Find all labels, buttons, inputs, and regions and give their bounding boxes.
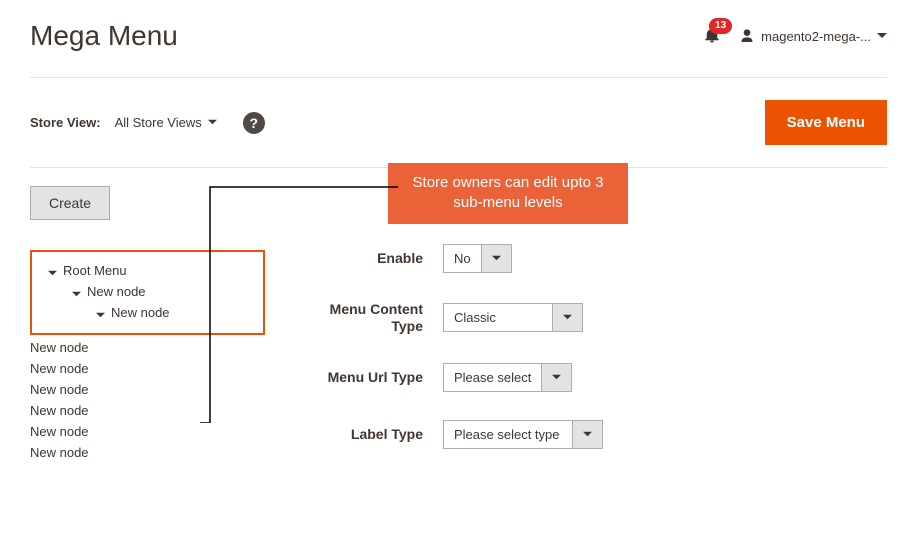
chevron-down-icon [208, 118, 217, 127]
tree-node[interactable]: New node [30, 379, 265, 400]
chevron-down-icon [877, 29, 887, 44]
store-view-label: Store View: [30, 115, 101, 130]
header-actions: 13 magento2-mega-... [703, 26, 887, 47]
notifications-count: 13 [709, 18, 732, 34]
menu-form: Enable No Menu Content Type Classic Menu… [275, 186, 887, 477]
sidebar: Create Root Menu New node New node [30, 186, 275, 477]
enable-select[interactable]: No [443, 244, 512, 273]
user-name: magento2-mega-... [761, 29, 871, 44]
tree-node-label: New node [30, 424, 89, 439]
content-type-row: Menu Content Type Classic [295, 301, 887, 335]
store-view-switcher: Store View: All Store Views ? [30, 112, 265, 134]
content-type-value: Classic [444, 304, 552, 331]
chevron-down-icon [572, 421, 602, 448]
toolbar: Store View: All Store Views ? Save Menu [30, 78, 887, 168]
label-type-select[interactable]: Please select type [443, 420, 603, 449]
store-view-value: All Store Views [115, 115, 202, 130]
save-menu-button[interactable]: Save Menu [765, 100, 887, 145]
tree-node-label: New node [111, 305, 170, 320]
tree-node[interactable]: New node [30, 358, 265, 379]
tree-node[interactable]: New node [30, 442, 265, 463]
create-button[interactable]: Create [30, 186, 110, 220]
content-type-select[interactable]: Classic [443, 303, 583, 332]
tree-level3-node[interactable]: New node [38, 302, 257, 323]
content-area: Store owners can edit upto 3 sub-menu le… [30, 168, 887, 477]
menu-tree-highlighted: Root Menu New node New node [30, 250, 265, 335]
url-type-label: Menu Url Type [295, 369, 443, 386]
menu-tree: Root Menu New node New node New node New… [30, 250, 265, 463]
tree-node[interactable]: New node [30, 337, 265, 358]
tree-node-label: Root Menu [63, 263, 127, 278]
tree-node-label: New node [30, 361, 89, 376]
tree-node[interactable]: New node [30, 400, 265, 421]
user-icon [739, 28, 755, 44]
store-view-select[interactable]: All Store Views [115, 115, 217, 130]
tree-node-label: New node [30, 403, 89, 418]
tree-node[interactable]: New node [30, 421, 265, 442]
tree-toggle-icon[interactable] [48, 266, 57, 275]
url-type-row: Menu Url Type Please select [295, 363, 887, 392]
page-title: Mega Menu [30, 20, 178, 52]
tree-loose-nodes: New node New node New node New node New … [30, 337, 265, 463]
tree-node-label: New node [30, 382, 89, 397]
page-header: Mega Menu 13 magento2-mega-... [30, 0, 887, 78]
chevron-down-icon [552, 304, 582, 331]
enable-row: Enable No [295, 244, 887, 273]
tree-toggle-icon[interactable] [96, 308, 105, 317]
url-type-value: Please select [444, 364, 541, 391]
tree-level2-node[interactable]: New node [38, 281, 257, 302]
label-type-label: Label Type [295, 426, 443, 443]
tree-node-label: New node [30, 340, 89, 355]
label-type-row: Label Type Please select type [295, 420, 887, 449]
enable-value: No [444, 245, 481, 272]
notifications-bell[interactable]: 13 [703, 26, 721, 47]
tree-node-label: New node [87, 284, 146, 299]
content-type-label: Menu Content Type [295, 301, 443, 335]
tree-toggle-icon[interactable] [72, 287, 81, 296]
user-menu[interactable]: magento2-mega-... [739, 28, 887, 44]
tree-root-node[interactable]: Root Menu [38, 260, 257, 281]
chevron-down-icon [541, 364, 571, 391]
chevron-down-icon [481, 245, 511, 272]
enable-label: Enable [295, 250, 443, 267]
help-icon[interactable]: ? [243, 112, 265, 134]
info-callout: Store owners can edit upto 3 sub-menu le… [388, 163, 628, 224]
label-type-value: Please select type [444, 421, 572, 448]
tree-node-label: New node [30, 445, 89, 460]
url-type-select[interactable]: Please select [443, 363, 572, 392]
